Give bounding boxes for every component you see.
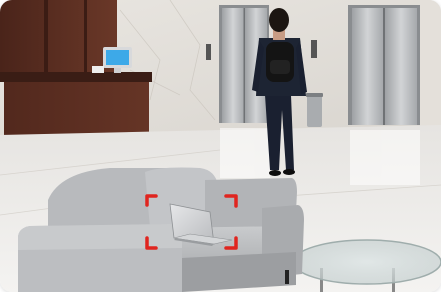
elevator-call-button bbox=[206, 44, 211, 60]
hotel-lobby-photo bbox=[0, 0, 441, 292]
side-wall bbox=[420, 0, 441, 135]
elevator-call-button bbox=[311, 40, 317, 58]
elevator-right bbox=[348, 5, 420, 125]
trash-bin bbox=[306, 93, 323, 127]
desk-sign bbox=[92, 66, 104, 73]
panel-seam bbox=[44, 0, 48, 82]
lobby-scene bbox=[0, 0, 441, 292]
grey-sofa bbox=[18, 167, 304, 292]
panel-seam bbox=[84, 0, 87, 82]
sofa-leg bbox=[285, 270, 289, 284]
